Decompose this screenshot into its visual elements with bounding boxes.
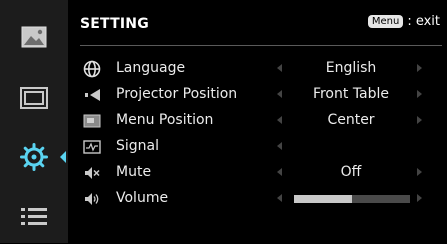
sidebar xyxy=(0,0,68,243)
signal-icon xyxy=(82,137,102,157)
setting-row-signal[interactable]: Signal xyxy=(82,135,437,159)
increase-arrow-icon[interactable] xyxy=(417,64,422,72)
setting-label: Language xyxy=(116,60,186,76)
menu-position-icon xyxy=(82,111,102,131)
decrease-arrow-icon[interactable] xyxy=(277,142,282,150)
exit-label: : exit xyxy=(407,14,440,29)
page-title: SETTING xyxy=(80,16,149,32)
setting-row-volume[interactable]: Volume xyxy=(82,187,437,211)
decrease-arrow-icon[interactable] xyxy=(277,90,282,98)
picture-icon[interactable] xyxy=(0,10,68,64)
globe-icon xyxy=(82,59,102,79)
menu-key-badge[interactable]: Menu xyxy=(367,15,404,28)
osd-setting-menu: SETTING Menu : exit Language English Pro… xyxy=(0,0,447,243)
increase-arrow-icon[interactable] xyxy=(417,194,422,202)
setting-label: Mute xyxy=(116,164,152,180)
increase-arrow-icon[interactable] xyxy=(417,168,422,176)
volume-slider-fill xyxy=(294,195,352,203)
decrease-arrow-icon[interactable] xyxy=(277,194,282,202)
decrease-arrow-icon[interactable] xyxy=(277,116,282,124)
screen-icon[interactable] xyxy=(0,71,68,125)
setting-value: Front Table xyxy=(312,86,390,102)
setting-value: Center xyxy=(327,112,375,128)
setting-gear-icon[interactable] xyxy=(0,130,68,184)
decrease-arrow-icon[interactable] xyxy=(277,168,282,176)
increase-arrow-icon[interactable] xyxy=(417,90,422,98)
setting-value: English xyxy=(325,60,377,76)
setting-row-menu-position[interactable]: Menu Position Center xyxy=(82,109,437,133)
increase-arrow-icon[interactable] xyxy=(417,116,422,124)
volume-slider[interactable] xyxy=(294,195,410,203)
exit-hint: Menu : exit xyxy=(367,14,440,29)
projector-position-icon xyxy=(82,85,102,105)
list-menu-icon[interactable] xyxy=(0,190,68,244)
setting-label: Menu Position xyxy=(116,112,214,128)
setting-label: Signal xyxy=(116,138,160,154)
header: SETTING Menu : exit xyxy=(80,12,440,42)
setting-row-language[interactable]: Language English xyxy=(82,57,437,81)
setting-row-mute[interactable]: Mute Off xyxy=(82,161,437,185)
setting-label: Volume xyxy=(116,190,169,206)
volume-icon xyxy=(82,189,102,209)
mute-icon xyxy=(82,163,102,183)
setting-value: Off xyxy=(340,164,362,180)
setting-row-projector-position[interactable]: Projector Position Front Table xyxy=(82,83,437,107)
header-divider xyxy=(80,45,442,46)
setting-label: Projector Position xyxy=(116,86,238,102)
decrease-arrow-icon[interactable] xyxy=(277,64,282,72)
